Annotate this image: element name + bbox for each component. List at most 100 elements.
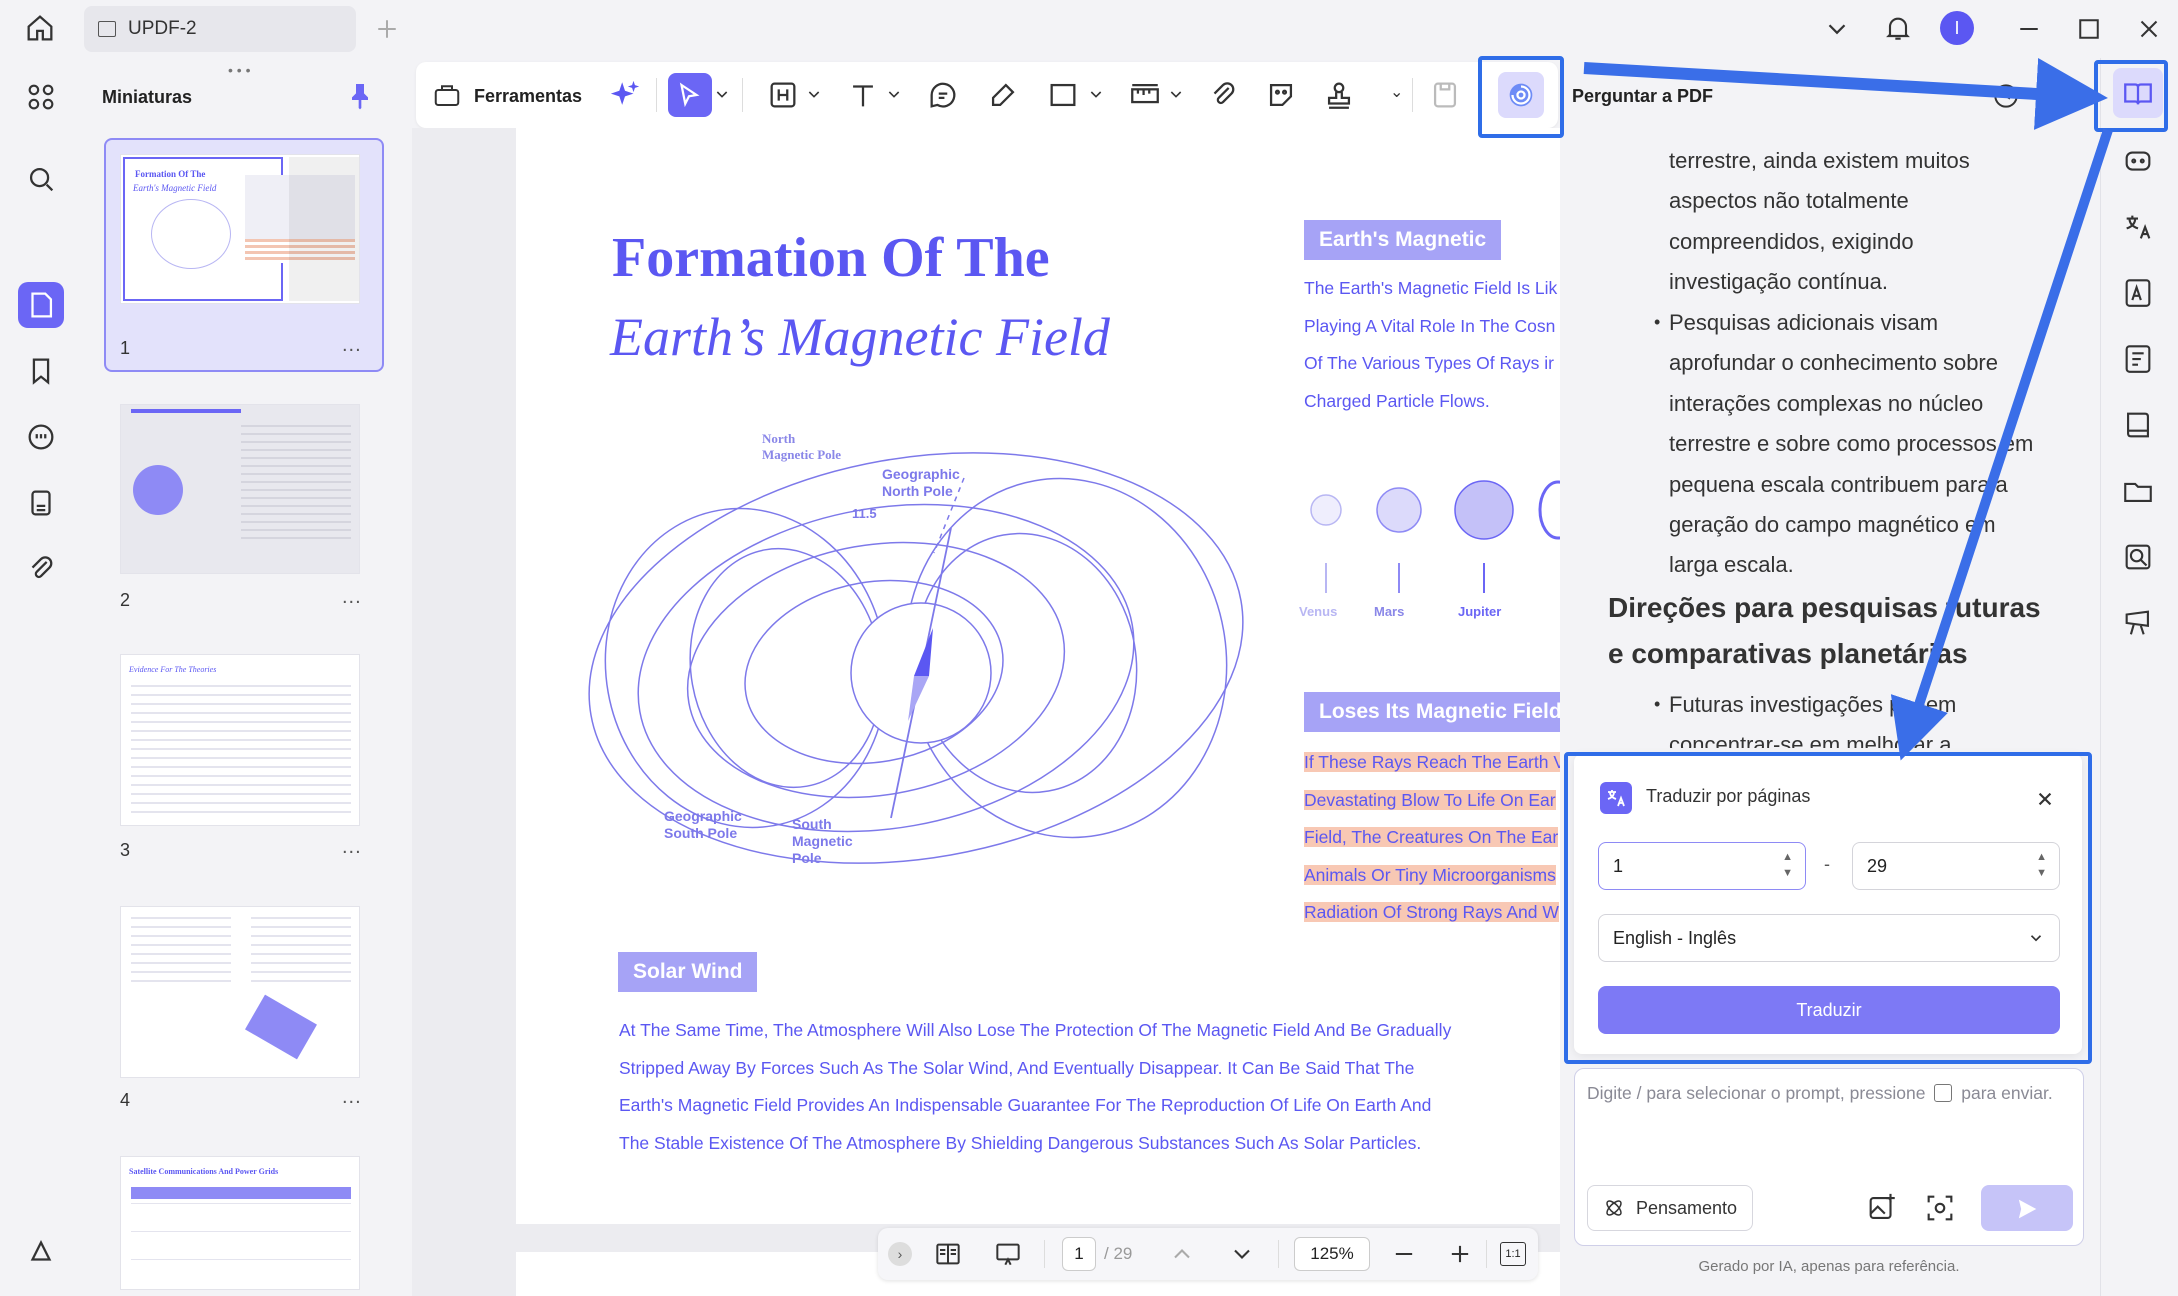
minimize-icon[interactable] [2014,14,2044,44]
close-icon[interactable] [2032,786,2058,812]
screenshot-icon[interactable] [1923,1191,1957,1225]
stepper-icon[interactable]: ▲ ▼ [2036,849,2047,881]
avatar[interactable]: I [1940,11,1974,45]
summarize-icon[interactable] [2119,340,2157,378]
zoom-in-icon[interactable] [1446,1240,1474,1268]
from-page-input[interactable]: 1 ▲ ▼ [1598,842,1806,890]
section-solar-wind: Solar Wind [618,952,758,992]
chat-heading: e comparativas planetárias [1608,638,1968,669]
thumbnail-page-4[interactable] [120,906,360,1078]
chat-line: aspectos não totalmente [1669,188,1909,213]
chat-line: interações complexas no núcleo [1669,391,1984,416]
close-window-icon[interactable] [2134,14,2164,44]
chat-bullet: • [1654,312,1661,332]
actual-size-icon[interactable]: 1:1 [1500,1242,1526,1266]
chat-line: terrestre e sobre como processos em [1669,431,2034,456]
reader-icon[interactable] [2119,406,2157,444]
comments-icon[interactable] [22,418,60,456]
page-navigation-bar: › 1 / 29 125% 1:1 [878,1228,1538,1280]
translate-doc-icon[interactable] [2119,274,2157,312]
collapse-icon[interactable]: › [888,1242,912,1266]
sticker-icon[interactable] [1264,78,1298,112]
chevron-down-icon[interactable] [1822,14,1852,44]
thumb-diagram [151,199,231,269]
stamp-icon[interactable] [1322,78,1356,112]
pdf-page: Formation Of The Earth’s Magnetic Field … [516,128,1560,1224]
angle-label: 11.5 [852,506,877,521]
page-layout-icon[interactable] [932,1238,964,1270]
attachment-icon[interactable] [22,550,60,588]
pin-icon[interactable] [344,80,376,112]
presentation-ai-icon[interactable] [2119,604,2157,642]
stepper-icon[interactable]: ▲ ▼ [1782,849,1793,881]
thumbnail-page-5[interactable]: Satellite Communications And Power Grids [120,1156,360,1290]
history-icon[interactable] [1990,80,2022,112]
text-tool-icon[interactable] [846,78,880,112]
chat-line: Futuras investigações podem [1669,692,1957,717]
thumbnail-more[interactable]: ... [342,334,362,357]
image-upload-icon[interactable] [1865,1191,1899,1225]
more-tools-icon[interactable]: ⌄ [1390,82,1403,102]
prompt-input[interactable]: Digite / para selecionar o prompt, press… [1574,1068,2084,1246]
chat-bullet: • [1654,694,1661,714]
home-icon[interactable] [22,10,58,46]
chat-heading: Direções para pesquisas futuras [1608,592,2041,623]
thumbnail-number: 2 [120,590,131,610]
measure-icon[interactable] [1128,78,1162,112]
main-toolbar: Ferramentas ⌄ [416,62,1558,128]
theme-icon[interactable] [22,1232,60,1270]
tools-icon[interactable] [432,80,462,110]
search-icon[interactable] [22,160,60,198]
thumbnail-more[interactable]: ... [342,836,362,859]
cursor-icon [674,80,704,110]
language-select[interactable]: English - Inglês [1598,914,2060,962]
translate-pages-icon[interactable] [2119,208,2157,246]
doc-title-line1: Formation Of The [612,227,1050,289]
thumbnail-more[interactable]: ... [342,1086,362,1109]
thumb-text [241,425,351,545]
to-page-input[interactable]: 29 ▲ ▼ [1852,842,2060,890]
thumb-text [251,917,351,987]
chevron-down-icon[interactable] [1088,86,1104,102]
folder-ai-icon[interactable] [2119,472,2157,510]
search-doc-icon[interactable] [2119,538,2157,576]
maximize-icon[interactable] [2074,14,2104,44]
grid-apps-icon[interactable] [22,78,60,116]
chevron-down-icon[interactable] [886,86,902,102]
divider [1278,1240,1279,1268]
previous-page-icon[interactable] [1168,1240,1196,1268]
presentation-icon[interactable] [992,1238,1024,1270]
thumb-subtitle: Earth's Magnetic Field [133,183,217,193]
bell-icon[interactable] [1882,12,1914,44]
thumbnail-page-3[interactable]: Evidence For The Theories [120,654,360,826]
zoom-out-icon[interactable] [1390,1240,1418,1268]
planet-label-jupiter: Jupiter [1458,604,1502,619]
text-box-icon[interactable] [766,78,800,112]
thumbnail-page-2[interactable] [120,404,360,574]
thumbnail-more[interactable]: ... [342,586,362,609]
chat-bot-icon[interactable] [2119,142,2157,180]
highlighter-icon[interactable] [986,78,1020,112]
attachment-icon[interactable] [1206,78,1240,112]
document-tab[interactable]: UPDF-2 [84,6,356,52]
comment-icon[interactable] [926,78,960,112]
zoom-level[interactable]: 125% [1294,1237,1370,1271]
save-icon[interactable] [1428,78,1462,112]
page-number-input[interactable]: 1 [1062,1237,1096,1271]
thinking-button[interactable]: Pensamento [1587,1185,1753,1231]
ai-sparkle-icon[interactable] [608,78,642,112]
chevron-down-icon[interactable] [806,86,822,102]
new-tab-plus-icon[interactable] [372,14,402,44]
chat-line: larga escala. [1669,552,1794,577]
bookmark-icon[interactable] [22,352,60,390]
translate-button[interactable]: Traduzir [1598,986,2060,1034]
layers-icon[interactable] [22,484,60,522]
chevron-down-icon[interactable] [1168,86,1184,102]
tools-label[interactable]: Ferramentas [474,86,582,107]
next-page-icon[interactable] [1228,1240,1256,1268]
ask-pdf-title: Perguntar a PDF [1572,86,1714,106]
chevron-down-icon[interactable] [714,86,730,102]
rectangle-icon[interactable] [1046,78,1080,112]
chat-line: investigação contínua. [1669,269,1888,294]
resize-handle[interactable]: • • • [228,62,250,78]
